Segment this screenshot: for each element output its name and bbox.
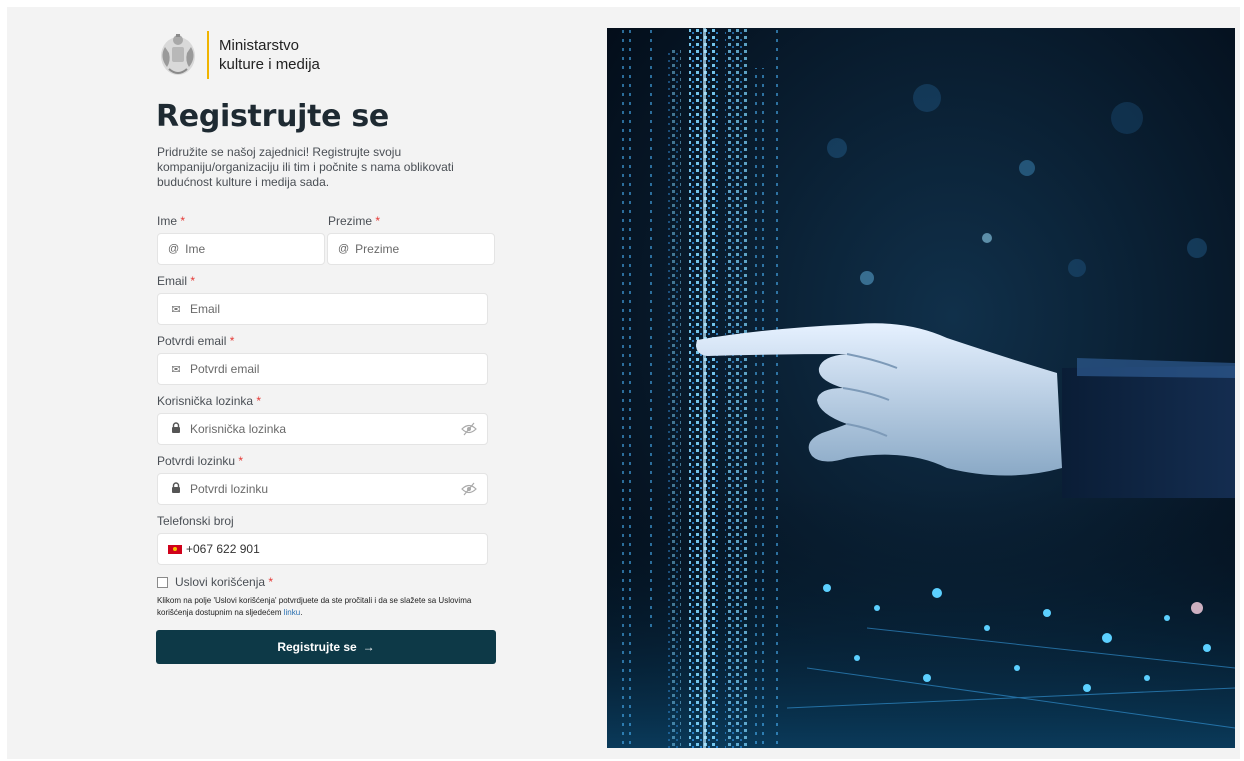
required-marker: * xyxy=(229,334,235,348)
email-input[interactable] xyxy=(190,302,477,316)
digital-hand-illustration xyxy=(607,28,1235,748)
email-label: Email * xyxy=(157,274,195,288)
confirm-email-field[interactable]: ✉ xyxy=(157,353,488,385)
terms-row: Uslovi korišćenja * xyxy=(157,575,273,589)
eye-slash-icon[interactable] xyxy=(461,422,477,436)
first-name-field[interactable]: @ xyxy=(157,233,341,265)
required-marker: * xyxy=(256,394,262,408)
ministry-name: Ministarstvo kulture i medija xyxy=(219,36,320,74)
confirm-password-label-text: Potvrdi lozinku xyxy=(157,454,236,468)
page-subtitle: Pridružite se našoj zajednici! Registruj… xyxy=(157,145,454,189)
phone-field[interactable]: +067 622 901 xyxy=(157,533,488,565)
confirm-email-label-text: Potvrdi email xyxy=(157,334,227,348)
at-icon: @ xyxy=(338,243,350,255)
required-marker: * xyxy=(190,274,196,288)
phone-label-text: Telefonski broj xyxy=(157,514,234,528)
terms-label[interactable]: Uslovi korišćenja * xyxy=(175,575,273,589)
first-name-label: Ime * xyxy=(157,214,185,228)
ministry-logo[interactable]: Ministarstvo kulture i medija xyxy=(157,31,320,79)
arrow-right-icon: → xyxy=(362,640,375,654)
phone-input[interactable]: +067 622 901 xyxy=(186,542,260,556)
phone-label: Telefonski broj xyxy=(157,514,234,528)
password-input[interactable] xyxy=(190,422,457,436)
first-name-input[interactable] xyxy=(185,242,341,256)
last-name-label: Prezime * xyxy=(328,214,380,228)
required-marker: * xyxy=(238,454,244,468)
montenegro-flag-icon[interactable] xyxy=(168,544,182,554)
password-label-text: Korisnička lozinka xyxy=(157,394,254,408)
lock-icon xyxy=(168,482,184,496)
envelope-icon: ✉ xyxy=(171,363,181,376)
register-button[interactable]: Registrujte se → xyxy=(156,630,496,664)
eye-slash-icon[interactable] xyxy=(461,482,477,496)
confirm-password-input[interactable] xyxy=(190,482,457,496)
ministry-name-line1: Ministarstvo xyxy=(219,37,300,54)
ministry-name-line2: kulture i medija xyxy=(219,56,320,73)
hero-image xyxy=(607,28,1235,748)
brand-divider xyxy=(207,31,209,79)
required-marker: * xyxy=(180,214,186,228)
password-field[interactable] xyxy=(157,413,488,445)
last-name-input[interactable] xyxy=(355,242,511,256)
terms-link[interactable]: linku xyxy=(284,608,300,617)
confirm-email-input[interactable] xyxy=(190,362,477,376)
email-label-text: Email xyxy=(157,274,188,288)
registration-page: Ministarstvo kulture i medija Registrujt… xyxy=(7,7,1240,759)
required-marker: * xyxy=(268,575,274,589)
register-button-label: Registrujte se xyxy=(277,640,357,654)
terms-note-suffix: . xyxy=(300,608,303,617)
terms-note: Klikom na polje 'Uslovi korišćenja' potv… xyxy=(157,595,497,619)
confirm-password-label: Potvrdi lozinku * xyxy=(157,454,243,468)
coat-of-arms-icon xyxy=(161,34,195,75)
password-label: Korisnička lozinka * xyxy=(157,394,261,408)
envelope-icon: ✉ xyxy=(171,303,181,316)
email-field[interactable]: ✉ xyxy=(157,293,488,325)
at-icon: @ xyxy=(168,243,180,255)
page-title: Registrujte se xyxy=(156,99,389,134)
terms-label-text: Uslovi korišćenja xyxy=(175,575,266,589)
lock-icon xyxy=(168,422,184,436)
first-name-label-text: Ime xyxy=(157,214,178,228)
last-name-field[interactable]: @ xyxy=(327,233,511,265)
required-marker: * xyxy=(375,214,381,228)
terms-note-text: Klikom na polje 'Uslovi korišćenja' potv… xyxy=(157,596,472,617)
last-name-label-text: Prezime xyxy=(328,214,373,228)
confirm-email-label: Potvrdi email * xyxy=(157,334,234,348)
confirm-password-field[interactable] xyxy=(157,473,488,505)
terms-checkbox[interactable] xyxy=(157,576,168,588)
